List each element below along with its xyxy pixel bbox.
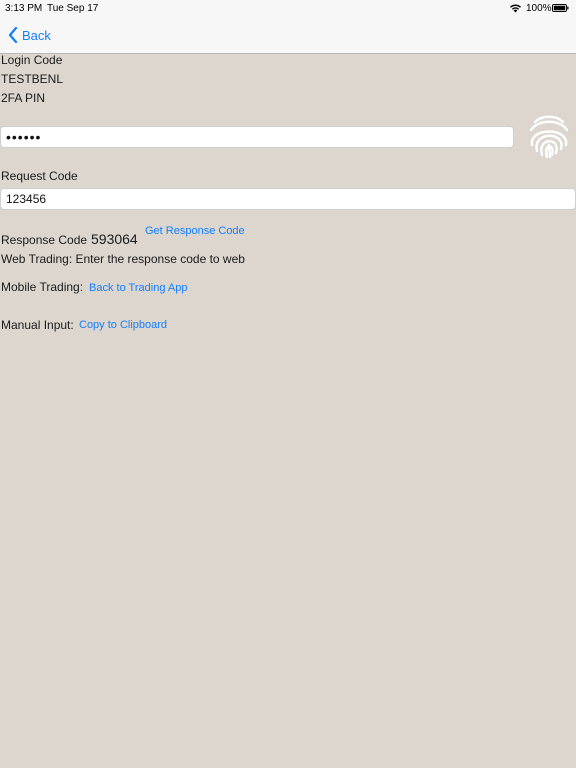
pin-input[interactable] (0, 126, 514, 148)
response-code-label: Response Code (1, 233, 88, 247)
login-code-value: TESTBENL (1, 72, 64, 86)
login-code-label: Login Code (1, 53, 63, 67)
request-code-label: Request Code (1, 169, 78, 183)
back-to-trading-app-link[interactable]: Back to Trading App (89, 282, 187, 294)
fingerprint-icon[interactable] (526, 113, 572, 161)
back-button[interactable]: Back (8, 24, 51, 46)
get-response-code-link[interactable]: Get Response Code (145, 225, 245, 237)
web-trading-text: Web Trading: Enter the response code to … (1, 252, 245, 266)
back-label: Back (22, 27, 51, 43)
status-date: Tue Sep 17 (47, 3, 99, 14)
battery-percent: 100% (526, 3, 552, 14)
status-time: 3:13 PM (5, 3, 43, 14)
request-code-input[interactable] (0, 188, 576, 210)
chevron-left-icon (8, 27, 18, 43)
response-code-value: 593064 (91, 231, 138, 247)
mobile-trading-label: Mobile Trading: (1, 280, 84, 294)
navigation-bar: Back (0, 16, 576, 54)
copy-to-clipboard-link[interactable]: Copy to Clipboard (79, 319, 167, 331)
manual-input-label: Manual Input: (1, 318, 74, 332)
pin-label: 2FA PIN (1, 91, 46, 105)
battery-icon (552, 4, 569, 12)
wifi-icon (510, 4, 521, 13)
status-bar: 3:13 PM Tue Sep 17 100% (0, 0, 576, 16)
